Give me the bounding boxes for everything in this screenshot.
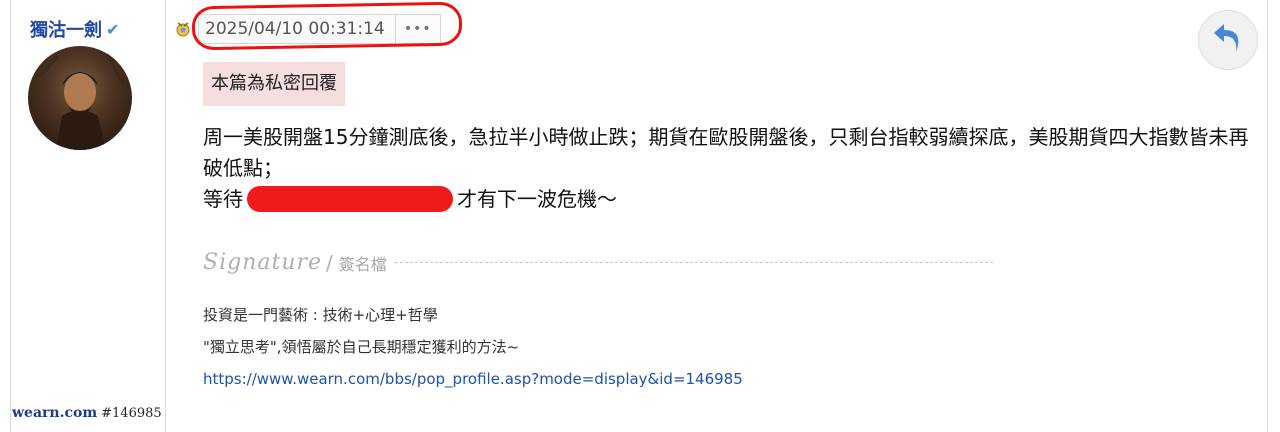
signature-profile-link[interactable]: https://www.wearn.com/bbs/pop_profile.as… [203,370,743,388]
signature-label: 簽名檔 [338,254,387,274]
reply-button[interactable] [1198,10,1258,70]
signature-header: Signature / 簽名檔 [203,250,993,275]
site-brand: wearn.com [12,405,98,421]
redaction-mark [247,185,453,212]
timestamp-highlight-annotation [191,1,463,51]
site-id: #146985 [101,406,162,421]
verified-icon: ✔ [106,19,120,39]
author-name-area[interactable]: 獨沽一劍 ✔ [30,16,119,42]
signature-script-label: Signature [203,250,323,275]
signature-line-2: "獨立思考",領悟屬於自己長期穩定獲利的方法~ [203,338,520,356]
signature-divider [394,262,993,263]
post-body-line-3: 等待 才有下一波危機～ [203,184,1253,215]
line3-suffix: 才有下一波危機～ [457,187,617,211]
medal-icon [174,20,192,38]
signature-separator: / [326,250,333,275]
signature-content: 投資是一門藝術 : 技術+心理+哲學 "獨立思考",領悟屬於自己長期穩定獲利的方… [203,299,743,395]
post-body: 周一美股開盤15分鐘測底後，急拉半小時做止跌；期貨在歐股開盤後，只剩台指較弱續探… [203,122,1253,215]
author-name[interactable]: 獨沽一劍 [30,16,102,42]
signature-line-1: 投資是一門藝術 : 技術+心理+哲學 [203,306,438,324]
avatar-image [38,53,126,150]
private-reply-tag: 本篇為私密回覆 [203,62,345,106]
avatar[interactable] [28,46,132,150]
reply-arrow-icon [1214,24,1239,52]
line3-prefix: 等待 [203,187,243,211]
post-body-line-1: 周一美股開盤15分鐘測底後，急拉半小時做止跌；期貨在歐股開盤後，只剩台指較弱續探… [203,125,1249,180]
site-watermark: wearn.com #146985 [12,405,162,421]
